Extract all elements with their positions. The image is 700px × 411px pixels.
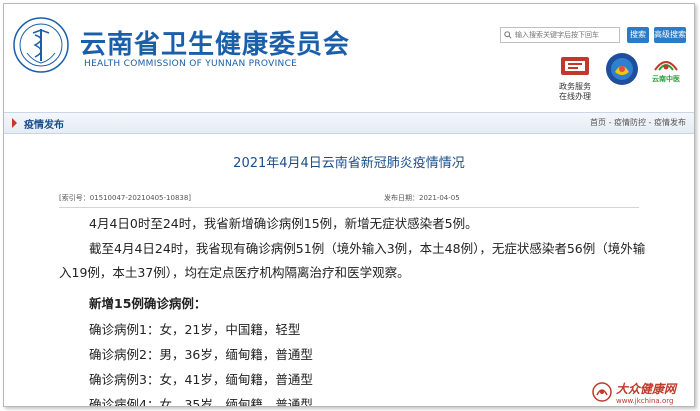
article-publish-date: 发布日期：2021-04-05	[384, 194, 460, 202]
section-nav-bar: 疫情发布 首页 - 疫情防控 - 疫情发布	[4, 112, 694, 134]
article-paragraph-1: 4月4日0时至24时，我省新增确诊病例15例，新增无症状感染者5例。	[89, 216, 478, 231]
article-index-number: [索引号：01510047-20210405-10838]	[59, 194, 192, 202]
yunnan-tcm-label[interactable]: 云南中医	[648, 74, 684, 84]
gov-service-label[interactable]: 政务服务 在线办理	[552, 82, 598, 102]
page-frame: 云南省卫生健康委员会 HEALTH COMMISSION OF YUNNAN P…	[3, 3, 695, 407]
case-line: 确诊病例1：女，21岁，中国籍，轻型	[89, 322, 301, 337]
case-line: 确诊病例3：女，41岁，缅甸籍，普通型	[89, 372, 313, 387]
article-paragraph-2: 截至4月4日24时，我省现有确诊病例51例（境外输入3例，本土48例），无症状感…	[59, 241, 646, 280]
breadcrumb[interactable]: 首页 - 疫情防控 - 疫情发布	[590, 117, 686, 128]
watermark-logo-icon	[592, 382, 612, 402]
caduceus-emblem-icon	[13, 17, 69, 73]
search-input[interactable]	[500, 27, 620, 43]
search-button[interactable]: 搜索	[627, 27, 649, 43]
advanced-search-button[interactable]: 高级搜索	[654, 27, 686, 43]
section-title[interactable]: 疫情发布	[24, 116, 64, 131]
gov-service-icon[interactable]	[560, 54, 590, 78]
search-icon	[504, 31, 512, 39]
provincial-logo-icon[interactable]	[605, 52, 639, 86]
watermark-title: 大众健康网	[616, 382, 677, 396]
cases-heading: 新增15例确诊病例：	[89, 296, 207, 311]
watermark-url: www.jkchina.org	[616, 397, 674, 405]
divider	[59, 207, 639, 208]
case-line: 确诊病例2：男，36岁，缅甸籍，普通型	[89, 347, 313, 362]
site-title[interactable]: 云南省卫生健康委员会	[80, 24, 350, 61]
site-subtitle: HEALTH COMMISSION OF YUNNAN PROVINCE	[84, 59, 298, 69]
article-title: 2021年4月4日云南省新冠肺炎疫情情况	[233, 156, 465, 171]
triangle-arrow-icon	[12, 118, 17, 128]
site-header: 云南省卫生健康委员会 HEALTH COMMISSION OF YUNNAN P…	[4, 4, 694, 110]
case-line: 确诊病例4：女，35岁，缅甸籍，普通型	[89, 397, 313, 407]
